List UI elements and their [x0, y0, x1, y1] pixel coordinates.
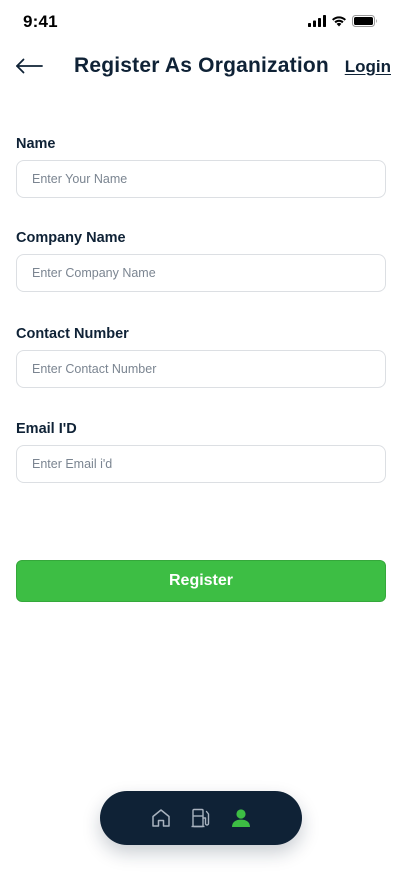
company-name-field-group: Company Name [16, 230, 386, 292]
bottom-nav [100, 791, 302, 845]
company-name-label: Company Name [16, 230, 126, 246]
page-title: Register As Organization [74, 54, 329, 77]
register-button[interactable]: Register [16, 560, 386, 602]
cellular-signal-icon [308, 15, 326, 27]
header: Register As Organization Login [0, 50, 402, 86]
contact-number-label: Contact Number [16, 326, 129, 342]
nav-item-fuel-station[interactable] [190, 807, 212, 829]
email-label: Email I'D [16, 421, 77, 437]
email-input[interactable] [16, 445, 386, 483]
back-button[interactable] [14, 56, 44, 80]
status-time: 9:41 [23, 12, 58, 31]
contact-number-field-group: Contact Number [16, 326, 386, 388]
contact-number-input[interactable] [16, 350, 386, 388]
name-input[interactable] [16, 160, 386, 198]
home-icon [150, 807, 172, 829]
nav-item-home[interactable] [150, 807, 172, 829]
wifi-icon [331, 15, 347, 27]
user-icon [230, 807, 252, 829]
name-label: Name [16, 136, 56, 152]
name-field-group: Name [16, 136, 386, 198]
fuel-station-icon [190, 807, 212, 829]
status-bar: 9:41 [0, 0, 402, 44]
battery-icon [352, 15, 378, 27]
company-name-input[interactable] [16, 254, 386, 292]
nav-item-profile[interactable] [230, 807, 252, 829]
status-icons [308, 15, 378, 27]
register-organization-screen: 9:41 Register As Organization Login Name… [0, 0, 402, 872]
login-link[interactable]: Login [345, 57, 391, 77]
email-field-group: Email I'D [16, 421, 386, 483]
arrow-left-icon [15, 58, 43, 79]
